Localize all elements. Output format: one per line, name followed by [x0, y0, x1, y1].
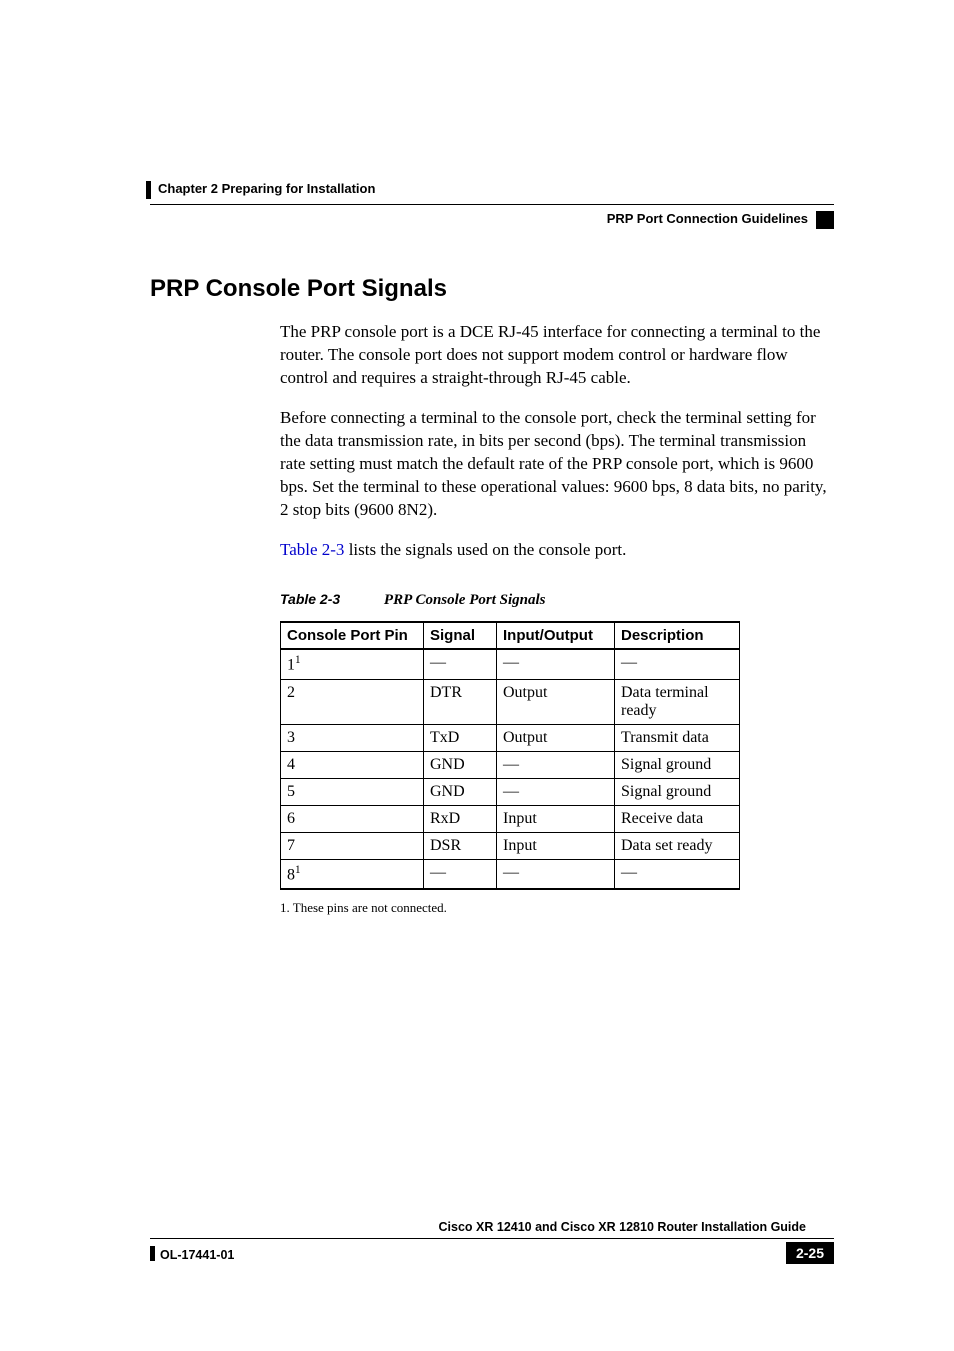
cell-desc: Transmit data	[615, 724, 740, 751]
footer-rule	[150, 1238, 834, 1239]
page-footer: Cisco XR 12410 and Cisco XR 12810 Router…	[150, 1238, 834, 1239]
cell-pin: 1	[287, 657, 295, 674]
table-row: 4 GND — Signal ground	[281, 751, 740, 778]
cell-pin: 6	[281, 805, 424, 832]
cell-io: —	[497, 649, 615, 679]
col-header-pin: Console Port Pin	[281, 622, 424, 649]
cell-io: Input	[497, 805, 615, 832]
cell-superscript: 1	[295, 654, 301, 666]
table-caption-ref: Table 2-3	[280, 591, 340, 607]
table-caption-title: PRP Console Port Signals	[384, 592, 546, 608]
cell-signal: GND	[424, 751, 497, 778]
signal-table: Console Port Pin Signal Input/Output Des…	[280, 621, 740, 890]
cell-desc: Data terminal ready	[615, 679, 740, 724]
cell-io: —	[497, 751, 615, 778]
cell-desc: —	[615, 649, 740, 679]
cell-desc: —	[615, 859, 740, 889]
cell-pin: 7	[281, 832, 424, 859]
table-caption: Table 2-3 PRP Console Port Signals	[280, 591, 834, 609]
cell-signal: RxD	[424, 805, 497, 832]
col-header-desc: Description	[615, 622, 740, 649]
paragraph-text: lists the signals used on the console po…	[344, 540, 626, 559]
cell-pin: 4	[281, 751, 424, 778]
cell-io: Output	[497, 679, 615, 724]
page-number: 2-25	[786, 1242, 834, 1264]
footer-marker-left	[150, 1246, 155, 1261]
table-row: 11 — — —	[281, 649, 740, 679]
table-cross-reference-link[interactable]: Table 2-3	[280, 540, 344, 559]
paragraph: Before connecting a terminal to the cons…	[280, 407, 834, 522]
cell-io: Input	[497, 832, 615, 859]
cell-pin: 2	[281, 679, 424, 724]
table-row: 2 DTR Output Data terminal ready	[281, 679, 740, 724]
cell-pin: 5	[281, 778, 424, 805]
cell-pin: 3	[281, 724, 424, 751]
table-row: 7 DSR Input Data set ready	[281, 832, 740, 859]
cell-signal: DTR	[424, 679, 497, 724]
cell-pin: 8	[287, 866, 295, 883]
cell-signal: —	[424, 649, 497, 679]
col-header-io: Input/Output	[497, 622, 615, 649]
cell-signal: GND	[424, 778, 497, 805]
table-row: 81 — — —	[281, 859, 740, 889]
cell-superscript: 1	[295, 864, 301, 876]
table-row: 6 RxD Input Receive data	[281, 805, 740, 832]
cell-signal: DSR	[424, 832, 497, 859]
paragraph: The PRP console port is a DCE RJ-45 inte…	[280, 321, 834, 390]
cell-desc: Receive data	[615, 805, 740, 832]
cell-signal: —	[424, 859, 497, 889]
table-header-row: Console Port Pin Signal Input/Output Des…	[281, 622, 740, 649]
cell-desc: Data set ready	[615, 832, 740, 859]
col-header-signal: Signal	[424, 622, 497, 649]
cell-io: —	[497, 778, 615, 805]
cell-desc: Signal ground	[615, 778, 740, 805]
paragraph: Table 2-3 lists the signals used on the …	[280, 539, 834, 562]
section-title: PRP Console Port Signals	[150, 275, 834, 303]
footer-book-title: Cisco XR 12410 and Cisco XR 12810 Router…	[439, 1220, 806, 1234]
cell-signal: TxD	[424, 724, 497, 751]
table-row: 5 GND — Signal ground	[281, 778, 740, 805]
footer-docnum: OL-17441-01	[160, 1248, 234, 1262]
cell-io: Output	[497, 724, 615, 751]
table-row: 3 TxD Output Transmit data	[281, 724, 740, 751]
cell-io: —	[497, 859, 615, 889]
cell-desc: Signal ground	[615, 751, 740, 778]
table-footnote: 1. These pins are not connected.	[280, 900, 834, 916]
